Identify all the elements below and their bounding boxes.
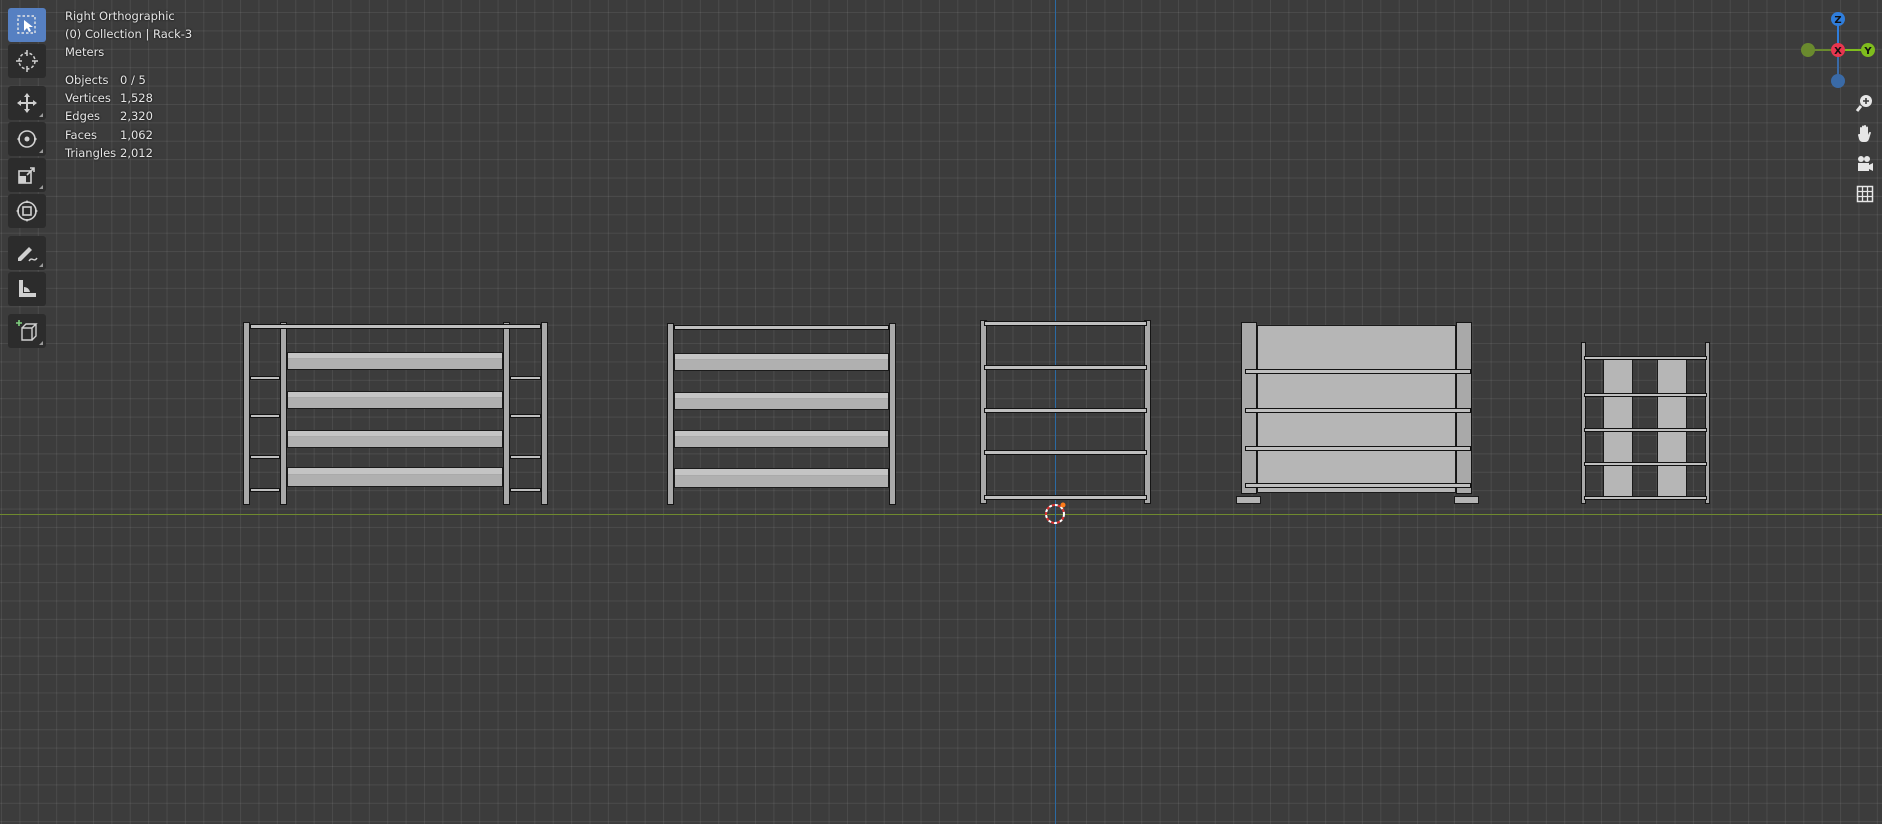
stat-label: Objects [65, 73, 109, 87]
stat-value: 2,012 [120, 145, 153, 160]
crosshair-icon [16, 50, 38, 72]
gizmo-neg-y-handle[interactable] [1801, 43, 1815, 57]
zoom-icon [1855, 95, 1872, 112]
gizmo-y-label: Y [1863, 46, 1872, 57]
rack-object-2[interactable] [667, 323, 900, 506]
cursor-tool[interactable] [8, 44, 46, 78]
stat-label: Triangles [65, 145, 117, 160]
rotate-icon [17, 130, 37, 148]
stat-row: Triangles 2,012 [65, 144, 153, 162]
gizmo-neg-z-handle[interactable] [1831, 74, 1845, 88]
annotate-tool[interactable] [8, 236, 46, 270]
view-name: Right Orthographic [65, 9, 175, 23]
move-arrows-icon [17, 93, 37, 113]
select-box-icon [17, 15, 36, 34]
transform-icon [16, 200, 38, 222]
ortho-toggle-button[interactable] [1851, 180, 1879, 208]
stat-value: 1,062 [120, 127, 153, 142]
rotate-tool[interactable] [8, 122, 46, 156]
stat-value: 2,320 [120, 109, 153, 124]
gizmo-z-label: Z [1834, 15, 1841, 26]
pencil-icon [18, 247, 38, 262]
camera-icon [1858, 156, 1873, 171]
pan-hand-icon [1858, 125, 1871, 142]
zoom-button[interactable] [1851, 89, 1879, 117]
collection-label: (0) Collection | Rack-3 [65, 27, 193, 41]
transform-tool[interactable] [8, 194, 46, 228]
gizmo-x-label: X [1834, 46, 1842, 57]
scene-statistics: Objects 0 / 5 Vertices 1,528 Edges 2,320… [65, 71, 153, 162]
units-label: Meters [65, 45, 105, 59]
move-tool[interactable] [8, 86, 46, 120]
camera-view-button[interactable] [1851, 150, 1879, 178]
navigation-gizmo[interactable]: Z Y X [1795, 10, 1875, 90]
ruler-icon [19, 280, 36, 297]
stat-row: Edges 2,320 [65, 107, 153, 125]
rack-object-1[interactable] [243, 322, 550, 506]
stat-label: Edges [65, 109, 100, 124]
stat-row: Objects 0 / 5 [65, 71, 153, 89]
stat-row: Faces 1,062 [65, 126, 153, 144]
rack-object-3[interactable] [980, 320, 1153, 506]
viewport-info-overlay: Right Orthographic (0) Collection | Rack… [65, 7, 192, 162]
add-cube-icon [16, 320, 38, 341]
pan-button[interactable] [1851, 120, 1879, 148]
measure-tool[interactable] [8, 272, 46, 306]
stat-row: Vertices 1,528 [65, 89, 153, 107]
scale-icon [18, 167, 35, 184]
stat-label: Vertices [65, 91, 111, 106]
tool-shelf [8, 8, 48, 350]
grid-icon [1856, 185, 1874, 203]
x-axis-line [0, 514, 1882, 515]
scale-tool[interactable] [8, 158, 46, 192]
stat-label: Faces [65, 127, 97, 142]
select-box-tool[interactable] [8, 8, 46, 42]
stat-value: 1,528 [120, 91, 153, 106]
stat-value: 0 / 5 [120, 73, 146, 87]
rack-object-5[interactable] [1581, 342, 1712, 506]
3d-viewport[interactable] [0, 0, 1882, 824]
rack-object-4[interactable] [1236, 322, 1479, 507]
add-cube-tool[interactable] [8, 314, 46, 348]
